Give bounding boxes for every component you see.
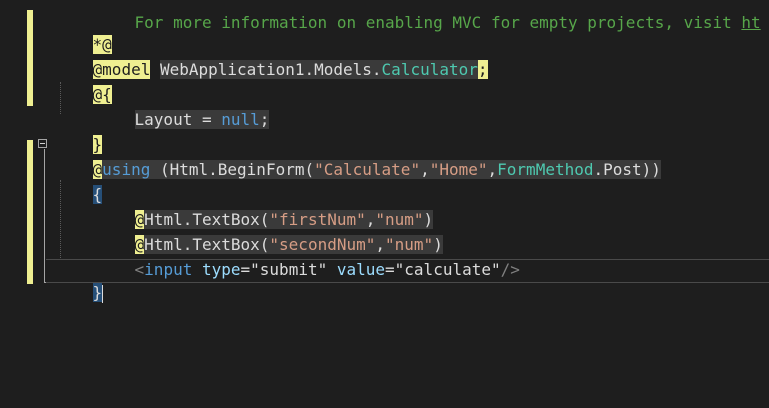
using-arg-controller: "Home"	[429, 160, 488, 179]
using-begin-form: (Html.BeginForm(	[150, 160, 315, 179]
using-close: ))	[641, 160, 661, 179]
code-line-textbox-first[interactable]: @Html.TextBox("firstNum","num")	[96, 184, 434, 229]
text-caret	[102, 284, 104, 303]
model-semicolon: ;	[477, 60, 488, 79]
code-line-textbox-second[interactable]: @Html.TextBox("secondNum","num")	[96, 209, 443, 254]
using-arg-action: "Calculate"	[314, 160, 421, 179]
change-indicator-top	[27, 10, 33, 106]
model-type: Calculator	[381, 60, 478, 79]
using-form-method-type: FormMethod	[497, 160, 594, 179]
code-line-model[interactable]: @model WebApplication1.Models.Calculator…	[54, 34, 488, 79]
using-comma-1: ,	[420, 160, 430, 179]
comment-link[interactable]: ht	[741, 13, 760, 32]
code-line-using[interactable]: @using (Html.BeginForm("Calculate","Home…	[54, 134, 661, 179]
model-namespace: WebApplication1.Models.	[159, 60, 382, 79]
layout-null: null	[221, 110, 260, 129]
code-line-comment[interactable]: For more information on enabling MVC for…	[96, 0, 761, 32]
using-keyword: using	[102, 160, 151, 179]
code-line-block-close[interactable]: }	[46, 259, 769, 303]
brace-close-highlight: }	[92, 283, 103, 302]
comment-text: For more information on enabling MVC for…	[134, 13, 742, 32]
layout-name: Layout	[134, 110, 193, 129]
code-line-layout[interactable]: Layout = null;	[96, 84, 270, 129]
layout-equals: =	[192, 110, 222, 129]
outline-line	[44, 149, 45, 283]
code-editor[interactable]: For more information on enabling MVC for…	[0, 0, 769, 408]
change-indicator-bottom	[27, 140, 33, 284]
code-line-code-block-close[interactable]: }	[54, 109, 103, 154]
using-comma-2: ,	[487, 160, 498, 179]
code-line-code-block-open[interactable]: @{	[54, 59, 112, 104]
code-line-block-open[interactable]: {	[54, 159, 103, 204]
layout-semicolon: ;	[259, 110, 270, 129]
using-form-method-member: .Post	[593, 160, 642, 179]
code-line-comment-close[interactable]: *@	[54, 9, 112, 54]
collapse-toggle-icon[interactable]	[38, 139, 47, 148]
code-line-input-submit[interactable]: <input type="submit" value="calculate"/>	[96, 234, 520, 279]
